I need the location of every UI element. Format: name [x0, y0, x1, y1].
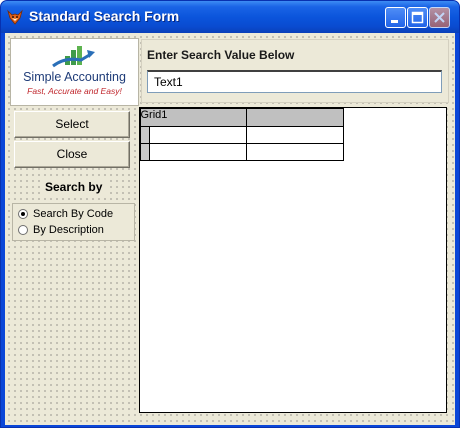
table-row[interactable]: [140, 126, 344, 144]
row-selector[interactable]: [140, 126, 150, 144]
grid-cell[interactable]: [246, 126, 344, 144]
title-bar[interactable]: Standard Search Form: [1, 1, 459, 33]
search-panel: Enter Search Value Below: [141, 39, 449, 103]
maximize-icon: [411, 11, 424, 24]
search-label: Enter Search Value Below: [147, 48, 295, 62]
close-icon: [434, 12, 445, 23]
select-button[interactable]: Select: [14, 111, 130, 138]
close-window-button[interactable]: [429, 7, 450, 28]
grid-table[interactable]: Grid1: [140, 108, 344, 161]
logo-tagline: Fast, Accurate and Easy!: [27, 86, 122, 96]
grid-cell[interactable]: [149, 143, 247, 161]
chart-logo-icon: [52, 46, 95, 68]
radio-selected-icon[interactable]: [18, 209, 28, 219]
grid-column-header[interactable]: [246, 108, 344, 127]
grid-column-header[interactable]: Grid1: [140, 108, 247, 127]
results-grid[interactable]: Grid1: [139, 107, 447, 413]
grid-header-row: Grid1: [140, 108, 344, 127]
grid-cell[interactable]: [149, 126, 247, 144]
row-selector[interactable]: [140, 143, 150, 161]
grid-caption: Grid1: [140, 108, 168, 121]
search-by-option-group: Search By Code By Description: [12, 203, 135, 241]
maximize-button[interactable]: [407, 7, 428, 28]
table-row[interactable]: [140, 143, 344, 161]
logo-name: Simple Accounting: [23, 70, 126, 84]
minimize-icon: [391, 20, 398, 23]
search-by-label: Search by: [41, 180, 107, 194]
window-title: Standard Search Form: [29, 8, 180, 24]
logo: Simple Accounting Fast, Accurate and Eas…: [10, 38, 139, 106]
option-label: By Description: [33, 224, 104, 236]
close-button[interactable]: Close: [14, 141, 130, 168]
form-client-area: Simple Accounting Fast, Accurate and Eas…: [5, 33, 455, 425]
search-input[interactable]: [147, 70, 442, 93]
grid-cell[interactable]: [246, 143, 344, 161]
fox-app-icon: [7, 9, 23, 25]
radio-unselected-icon[interactable]: [18, 225, 28, 235]
minimize-button[interactable]: [385, 7, 406, 28]
option-label: Search By Code: [33, 208, 114, 220]
window: Standard Search Form Simple Accounting F…: [0, 0, 460, 428]
